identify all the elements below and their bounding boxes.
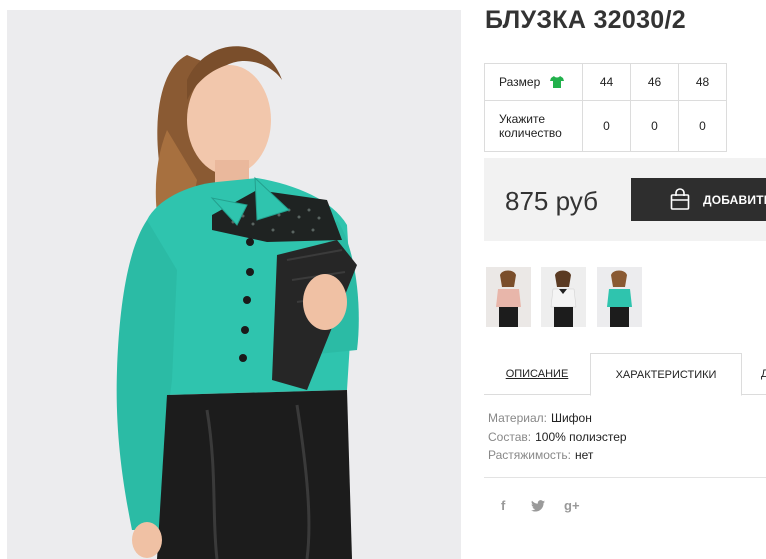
tab-third-partial[interactable]: Д <box>761 353 766 395</box>
characteristic-value: Шифон <box>550 411 592 425</box>
size-label-cell: Размер <box>484 63 583 101</box>
characteristic-key: Материал: <box>488 411 547 425</box>
characteristic-row: Состав: 100% полиэстер <box>488 428 627 447</box>
size-row: Размер 44 46 48 <box>484 63 727 101</box>
size-46: 46 <box>630 63 679 101</box>
shopping-bag-icon <box>669 188 691 210</box>
divider <box>484 477 766 478</box>
google-plus-icon[interactable]: g+ <box>564 498 580 513</box>
price-panel: 875 руб ДОБАВИТЬ <box>484 158 766 241</box>
characteristic-row: Материал: Шифон <box>488 409 627 428</box>
main-product-photo[interactable] <box>7 10 461 559</box>
characteristic-value: нет <box>575 448 594 462</box>
size-44: 44 <box>582 63 631 101</box>
shirt-icon[interactable] <box>549 76 564 88</box>
add-to-cart-button[interactable]: ДОБАВИТЬ <box>631 178 766 221</box>
size-label: Размер <box>499 75 541 89</box>
size-quantity-table: Размер 44 46 48 Укажите количество 0 0 0 <box>484 63 727 152</box>
characteristic-value: 100% полиэстер <box>535 429 627 444</box>
characteristic-key: Состав: <box>488 429 532 444</box>
product-tabs: ОПИСАНИЕ ХАРАКТЕРИСТИКИ Д <box>484 353 766 396</box>
size-48: 48 <box>678 63 727 101</box>
product-page: БЛУЗКА 32030/2 Размер 44 46 48 Укажите к… <box>0 0 766 559</box>
quantity-input-46[interactable]: 0 <box>630 100 679 152</box>
model-photo-illustration <box>7 10 461 559</box>
quantity-input-48[interactable]: 0 <box>678 100 727 152</box>
characteristic-key: Растяжимость: <box>488 448 572 462</box>
product-price: 875 руб <box>505 186 598 216</box>
add-to-cart-label: ДОБАВИТЬ <box>703 192 766 207</box>
facebook-icon[interactable]: f <box>501 498 505 513</box>
tab-characteristics[interactable]: ХАРАКТЕРИСТИКИ <box>590 353 742 396</box>
tab-description[interactable]: ОПИСАНИЕ <box>484 353 590 395</box>
quantity-label: Укажите количество <box>484 100 583 152</box>
characteristics-list: Материал: Шифон Состав: 100% полиэстер Рас… <box>488 409 627 465</box>
thumbnail-pink-blouse[interactable] <box>486 267 531 327</box>
quantity-row: Укажите количество 0 0 0 <box>484 100 727 152</box>
product-title: БЛУЗКА 32030/2 <box>485 6 686 34</box>
characteristic-row: Растяжимость: нет <box>488 446 627 465</box>
thumbnail-white-blouse[interactable] <box>541 267 586 327</box>
quantity-input-44[interactable]: 0 <box>582 100 631 152</box>
twitter-icon[interactable] <box>531 500 545 515</box>
thumbnail-turquoise-blouse[interactable] <box>597 267 642 327</box>
